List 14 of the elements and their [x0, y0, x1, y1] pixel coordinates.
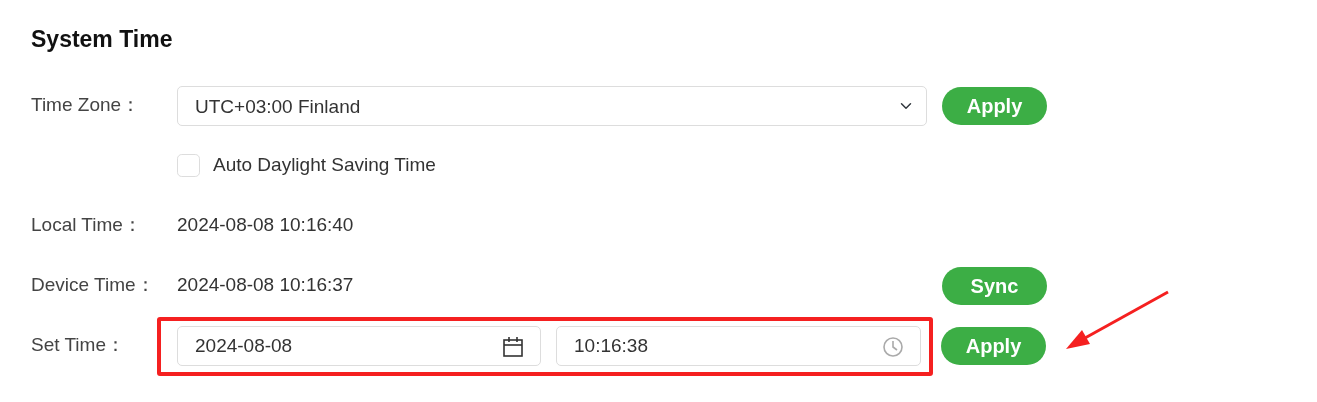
calendar-icon[interactable]: [502, 335, 524, 358]
time-field[interactable]: 10:16:38: [556, 325, 921, 366]
time-zone-dropdown[interactable]: UTC+03:00 Finland: [177, 85, 927, 126]
time-value: 2024-08-08 10:16:37: [177, 273, 355, 298]
field-label: Device Time：: [31, 273, 156, 298]
date-field[interactable]: 2024-08-08: [177, 325, 541, 366]
field-label: Set Time：: [31, 333, 126, 358]
checkbox[interactable]: [177, 154, 200, 178]
section-title: System Time: [31, 26, 174, 54]
clock-icon[interactable]: [882, 335, 904, 358]
checkbox-label: Auto Daylight Saving Time: [213, 153, 436, 178]
field-label: Time Zone：: [31, 93, 142, 118]
field-label: Local Time：: [31, 213, 143, 238]
time-value: 2024-08-08 10:16:40: [177, 213, 354, 238]
